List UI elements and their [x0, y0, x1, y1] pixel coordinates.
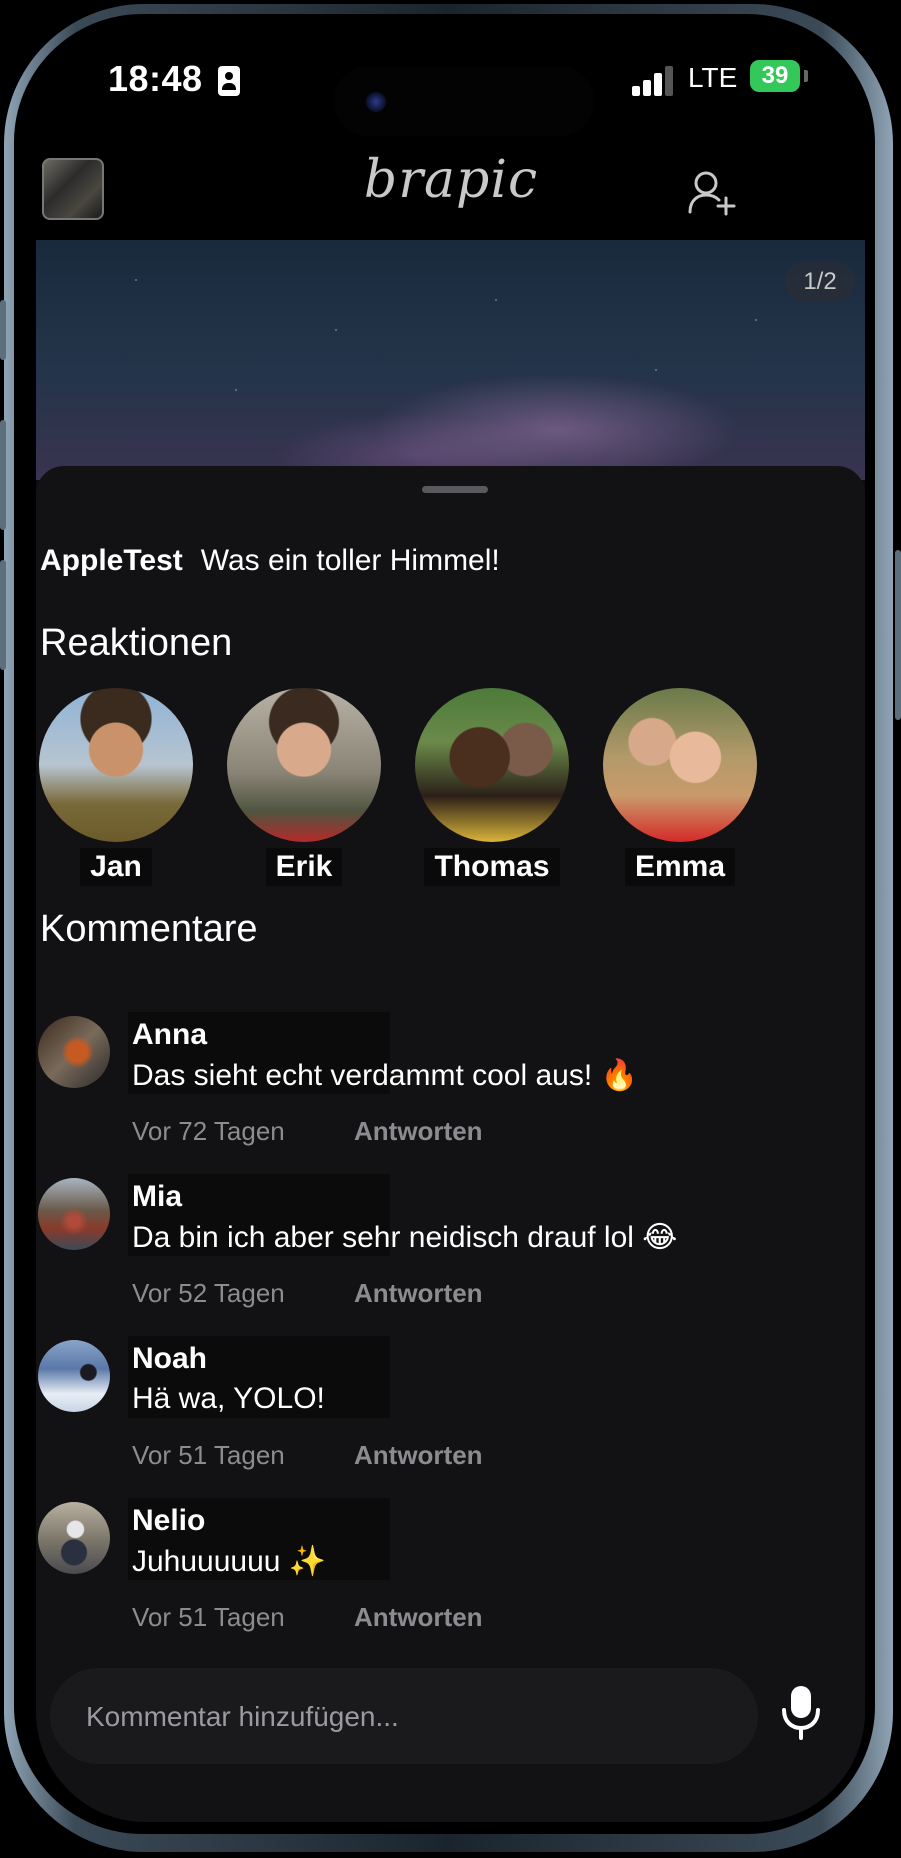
avatar[interactable] — [38, 1178, 110, 1250]
comment-text: Juhuuuuuu ✨ — [132, 1545, 327, 1578]
app-logo: brapic — [363, 150, 539, 210]
cellular-signal-icon — [632, 66, 674, 96]
comment-text: Das sieht echt verdammt cool aus! 🔥 — [132, 1059, 638, 1092]
reply-button[interactable]: Antworten — [354, 1278, 483, 1309]
volume-down-button — [0, 560, 6, 670]
post-image[interactable]: 1/2 — [36, 240, 865, 480]
reaction-item[interactable]: Thomas — [412, 688, 572, 886]
front-camera — [366, 92, 386, 112]
post-caption: AppleTest Was ein toller Himmel! — [40, 544, 500, 578]
comment-item: Nelio Juhuuuuuu ✨ Vor 51 Tagen Antworten — [36, 1498, 865, 1652]
battery-indicator: 39 — [750, 60, 808, 92]
reaction-item[interactable]: Erik — [224, 688, 384, 886]
comment-author[interactable]: Nelio — [132, 1504, 205, 1538]
comment-item: Anna Das sieht echt verdammt cool aus! 🔥… — [36, 1012, 865, 1166]
avatar[interactable] — [38, 1502, 110, 1574]
reply-button[interactable]: Antworten — [354, 1116, 483, 1147]
microphone-icon[interactable] — [776, 1682, 826, 1742]
status-time: 18:48 — [108, 58, 203, 99]
comment-text: Da bin ich aber sehr neidisch drauf lol … — [132, 1221, 678, 1254]
reaction-name: Erik — [265, 848, 343, 886]
comment-timestamp: Vor 51 Tagen — [132, 1602, 285, 1632]
sheet-drag-handle[interactable] — [422, 486, 488, 493]
reaction-name: Thomas — [424, 848, 560, 886]
action-button — [0, 300, 6, 360]
reactions-list: Jan Erik Thomas Emma — [36, 688, 865, 888]
comment-input[interactable] — [84, 1694, 728, 1740]
reaction-item[interactable]: Emma — [600, 688, 760, 886]
page-indicator: 1/2 — [785, 262, 855, 302]
avatar — [603, 688, 757, 842]
contact-card-icon — [218, 66, 240, 96]
avatar[interactable] — [38, 1340, 110, 1412]
reply-button[interactable]: Antworten — [354, 1602, 483, 1633]
network-type: LTE — [688, 62, 738, 93]
avatar — [39, 688, 193, 842]
reaction-name: Emma — [624, 848, 736, 886]
reaction-item[interactable]: Jan — [36, 688, 196, 886]
comment-item: Mia Da bin ich aber sehr neidisch drauf … — [36, 1174, 865, 1328]
post-author[interactable]: AppleTest — [40, 544, 183, 577]
comment-composer — [50, 1668, 758, 1764]
volume-up-button — [0, 420, 6, 530]
reactions-title: Reaktionen — [40, 622, 233, 664]
power-button — [895, 550, 901, 720]
avatar[interactable] — [38, 1016, 110, 1088]
app-header: brapic — [36, 150, 865, 246]
comment-text: Hä wa, YOLO! — [132, 1382, 325, 1415]
comment-timestamp: Vor 52 Tagen — [132, 1278, 285, 1308]
comment-item: Noah Hä wa, YOLO! Vor 51 Tagen Antworten — [36, 1336, 865, 1490]
comments-title: Kommentare — [40, 908, 258, 950]
post-caption-text: Was ein toller Himmel! — [200, 544, 500, 577]
status-bar: 18:48 LTE 39 — [36, 36, 865, 156]
comment-timestamp: Vor 51 Tagen — [132, 1440, 285, 1470]
comment-author[interactable]: Noah — [132, 1342, 207, 1376]
comment-timestamp: Vor 72 Tagen — [132, 1116, 285, 1146]
profile-thumbnail[interactable] — [42, 158, 104, 220]
add-friend-icon[interactable] — [686, 168, 736, 218]
reaction-name: Jan — [80, 848, 152, 886]
comments-sheet: AppleTest Was ein toller Himmel! Reaktion… — [36, 466, 865, 1822]
avatar — [415, 688, 569, 842]
comment-author[interactable]: Mia — [132, 1180, 182, 1214]
screen: 18:48 LTE 39 brapic 1/2 AppleTest Was ein… — [36, 36, 865, 1822]
avatar — [227, 688, 381, 842]
reply-button[interactable]: Antworten — [354, 1440, 483, 1471]
comment-author[interactable]: Anna — [132, 1018, 207, 1052]
